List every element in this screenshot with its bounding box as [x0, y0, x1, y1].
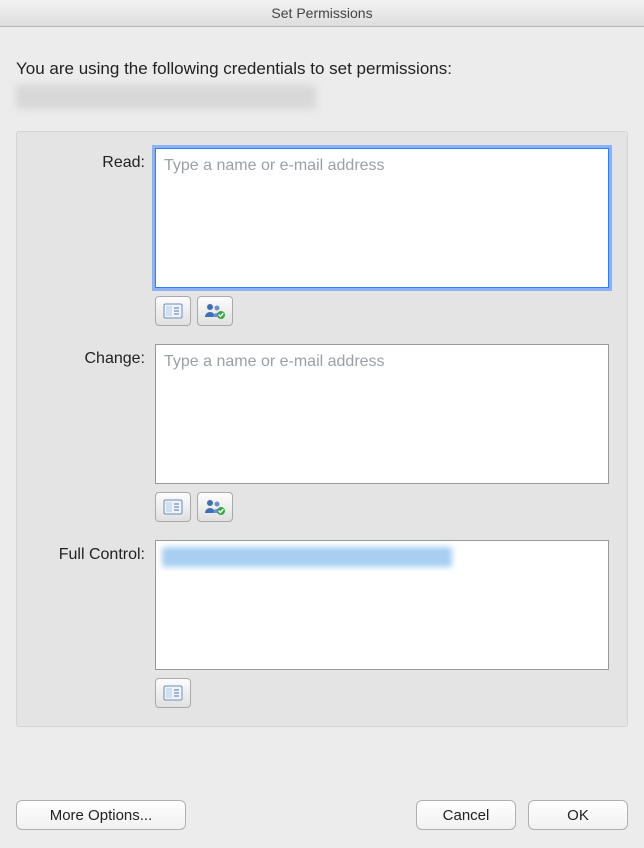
dialog-title: Set Permissions	[0, 0, 644, 27]
dialog-footer: More Options... Cancel OK	[0, 786, 644, 848]
credential-display	[16, 85, 316, 109]
ok-button[interactable]: OK	[528, 800, 628, 830]
address-book-icon	[163, 303, 183, 319]
read-icon-row	[155, 296, 609, 326]
address-book-icon	[163, 499, 183, 515]
perm-row-full-control: Full Control:	[35, 540, 609, 708]
people-check-icon	[204, 302, 226, 320]
change-input[interactable]	[155, 344, 609, 484]
more-options-button[interactable]: More Options...	[16, 800, 186, 830]
perm-row-read: Read:	[35, 148, 609, 326]
intro-text: You are using the following credentials …	[16, 59, 628, 79]
check-names-button[interactable]	[197, 296, 233, 326]
full-control-icon-row	[155, 678, 609, 708]
address-book-button[interactable]	[155, 296, 191, 326]
permissions-panel: Read:	[16, 131, 628, 727]
full-control-entry[interactable]	[162, 547, 452, 567]
dialog-content: You are using the following credentials …	[0, 27, 644, 786]
perm-field-change	[155, 344, 609, 522]
perm-field-full-control	[155, 540, 609, 708]
full-control-list[interactable]	[155, 540, 609, 670]
people-check-icon	[204, 498, 226, 516]
perm-field-read	[155, 148, 609, 326]
read-input[interactable]	[155, 148, 609, 288]
perm-label-full-control: Full Control:	[35, 540, 145, 708]
set-permissions-dialog: Set Permissions You are using the follow…	[0, 0, 644, 848]
address-book-button[interactable]	[155, 492, 191, 522]
address-book-button[interactable]	[155, 678, 191, 708]
perm-row-change: Change:	[35, 344, 609, 522]
address-book-icon	[163, 685, 183, 701]
perm-label-change: Change:	[35, 344, 145, 522]
perm-label-read: Read:	[35, 148, 145, 326]
check-names-button[interactable]	[197, 492, 233, 522]
cancel-button[interactable]: Cancel	[416, 800, 516, 830]
change-icon-row	[155, 492, 609, 522]
